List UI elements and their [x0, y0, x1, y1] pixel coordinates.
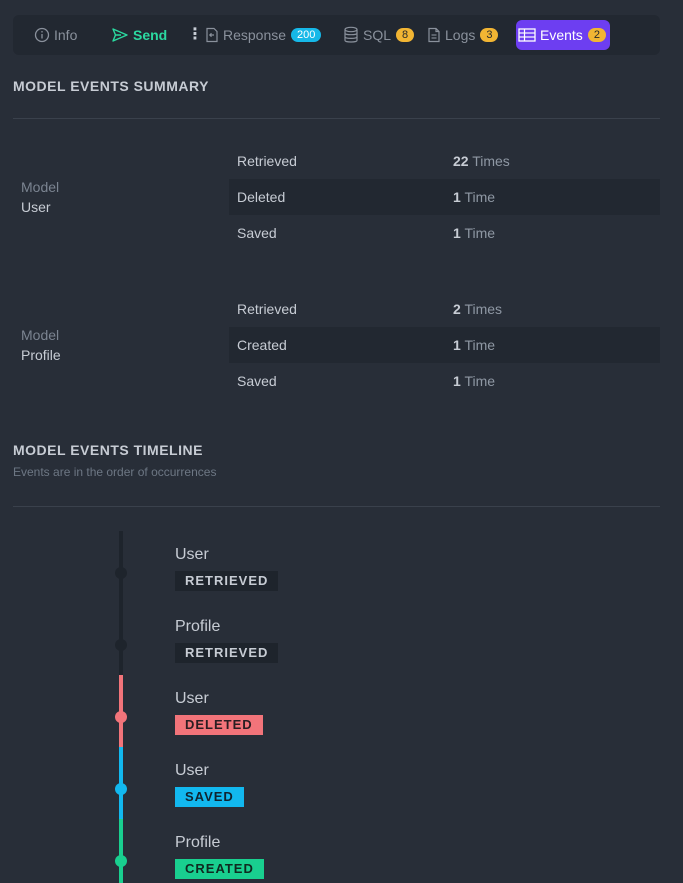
event-count-number: 1 — [453, 225, 461, 241]
timeline-dot — [115, 639, 127, 651]
summary-title: MODEL EVENTS SUMMARY — [13, 78, 209, 94]
timeline-model-name: User — [175, 690, 209, 707]
timeline-segment — [119, 819, 123, 883]
event-count-number: 1 — [453, 373, 461, 389]
event-count-unit: Time — [464, 337, 496, 353]
timeline-event-badge: RETRIEVED — [175, 571, 279, 591]
event-count-unit: Time — [464, 225, 496, 241]
timeline-segment — [119, 531, 123, 675]
database-icon — [344, 26, 358, 43]
more-options-icon[interactable]: ⋮ — [187, 25, 203, 45]
timeline-dot — [115, 711, 127, 723]
event-count: 1 Time — [453, 225, 495, 241]
toolbar: Info Send ⋮ Response 200 SQL 8 Logs 3 Ev… — [13, 15, 660, 55]
timeline-subtitle: Events are in the order of occurrences — [13, 465, 217, 479]
event-count-number: 2 — [453, 301, 461, 317]
event-count-unit: Times — [464, 301, 503, 317]
event-count-unit: Time — [464, 373, 496, 389]
tab-logs-label: Logs — [445, 27, 476, 43]
model-label: Model — [21, 327, 60, 343]
send-icon — [112, 28, 128, 42]
sql-count-badge: 8 — [396, 28, 415, 42]
event-count-number: 1 — [453, 337, 461, 353]
timeline-event-badge: SAVED — [175, 787, 244, 807]
tab-events-label: Events — [540, 27, 583, 43]
table-icon — [518, 28, 536, 42]
event-row: Created 1 Time — [229, 327, 660, 363]
timeline-title: MODEL EVENTS TIMELINE — [13, 442, 203, 458]
timeline-dot — [115, 855, 127, 867]
send-label: Send — [133, 27, 168, 43]
events-count-badge: 2 — [587, 28, 606, 42]
tab-response-label: Response — [223, 27, 287, 43]
event-row: Deleted 1 Time — [229, 179, 660, 215]
timeline-model-name: Profile — [175, 618, 221, 635]
event-count-number: 1 — [453, 189, 461, 205]
send-button[interactable]: Send — [111, 15, 167, 55]
event-name: Created — [237, 337, 287, 353]
event-row: Retrieved 22 Times — [229, 143, 660, 179]
model-label: Model — [21, 179, 60, 195]
summary-divider — [13, 118, 660, 119]
model-block-profile: Model Profile — [21, 325, 61, 365]
model-name: User — [21, 199, 51, 215]
event-count: 2 Times — [453, 301, 502, 317]
file-icon — [428, 27, 440, 43]
event-count: 1 Time — [453, 189, 495, 205]
event-row: Retrieved 2 Times — [229, 291, 660, 327]
event-name: Retrieved — [237, 153, 297, 169]
event-count: 22 Times — [453, 153, 510, 169]
timeline-model-name: Profile — [175, 834, 221, 851]
event-count-unit: Time — [464, 189, 496, 205]
tab-info-label: Info — [54, 27, 78, 43]
tab-sql-label: SQL — [363, 27, 392, 43]
event-row: Saved 1 Time — [229, 215, 660, 251]
event-count: 1 Time — [453, 373, 495, 389]
tab-logs[interactable]: Logs 3 — [427, 15, 499, 55]
response-status-badge: 200 — [291, 28, 322, 42]
model-name: Profile — [21, 347, 61, 363]
event-name: Saved — [237, 373, 277, 389]
event-count-unit: Times — [472, 153, 510, 169]
timeline-divider — [13, 506, 660, 507]
event-name: Deleted — [237, 189, 286, 205]
tab-events[interactable]: Events 2 — [516, 20, 610, 50]
timeline-dot — [115, 567, 127, 579]
event-count-number: 22 — [453, 153, 469, 169]
tab-sql[interactable]: SQL 8 — [343, 15, 415, 55]
event-name: Saved — [237, 225, 277, 241]
event-count: 1 Time — [453, 337, 495, 353]
tab-info[interactable]: Info — [34, 15, 77, 55]
timeline-event-badge: DELETED — [175, 715, 263, 735]
event-name: Retrieved — [237, 301, 297, 317]
response-icon — [206, 27, 218, 43]
info-icon — [34, 27, 50, 43]
event-row: Saved 1 Time — [229, 363, 660, 399]
timeline-event-badge: CREATED — [175, 859, 264, 879]
timeline-event-badge: RETRIEVED — [175, 643, 279, 663]
logs-count-badge: 3 — [480, 28, 499, 42]
timeline-dot — [115, 783, 127, 795]
tab-response[interactable]: Response 200 — [205, 15, 322, 55]
timeline-model-name: User — [175, 546, 209, 563]
timeline-model-name: User — [175, 762, 209, 779]
model-block-user: Model User — [21, 177, 59, 217]
